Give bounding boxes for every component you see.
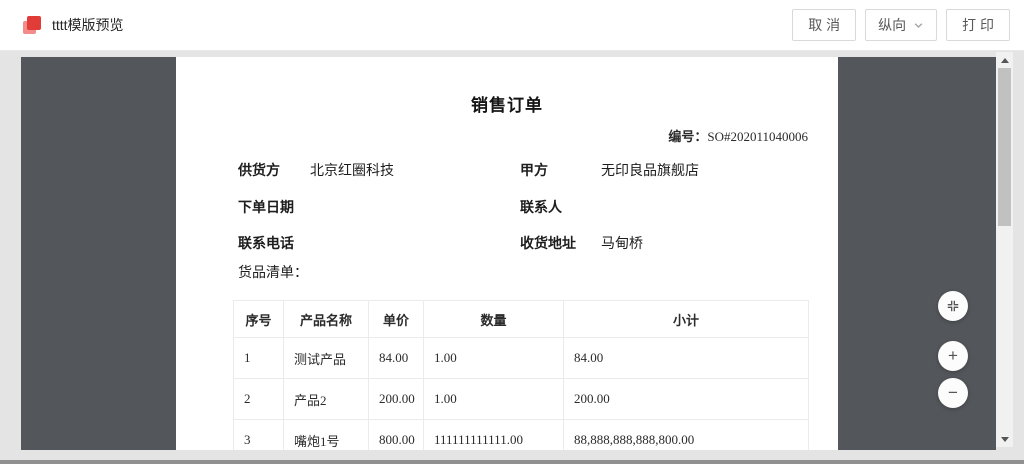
field-value-supplier: 北京红圈科技 [310, 160, 394, 180]
app-logo-icon [23, 16, 41, 34]
orientation-label: 纵向 [878, 15, 906, 35]
table-header-row: 序号 产品名称 单价 数量 小计 [234, 301, 809, 338]
field-label-phone: 联系电话 [238, 233, 294, 253]
document-page: 销售订单 编号：SO#202011040006 供货方 北京红圈科技 甲方 无印… [176, 57, 838, 450]
items-table: 序号 产品名称 单价 数量 小计 1 测试产品 84.00 1.00 84.00… [233, 300, 809, 450]
cell-price: 800.00 [369, 420, 424, 451]
fit-to-screen-button[interactable] [938, 291, 968, 321]
cell-index: 1 [234, 338, 284, 379]
cell-quantity: 111111111111.00 [424, 420, 564, 451]
vertical-scrollbar[interactable] [996, 52, 1013, 447]
col-header-quantity: 数量 [424, 301, 564, 338]
scrollbar-thumb[interactable] [998, 68, 1011, 226]
toolbar-actions: 取 消 纵向 打 印 [792, 9, 1010, 41]
order-number: 编号：SO#202011040006 [668, 126, 808, 145]
cell-subtotal: 200.00 [564, 379, 809, 420]
cell-quantity: 1.00 [424, 338, 564, 379]
cell-subtotal: 88,888,888,888,800.00 [564, 420, 809, 451]
field-row: 下单日期 联系人 [176, 197, 838, 217]
document-title: 销售订单 [176, 91, 838, 116]
plus-icon: + [948, 347, 958, 364]
order-number-value: SO#202011040006 [707, 129, 808, 144]
cell-subtotal: 84.00 [564, 338, 809, 379]
field-label-order-date: 下单日期 [238, 197, 294, 217]
chevron-down-icon [913, 20, 924, 31]
cell-index: 3 [234, 420, 284, 451]
cell-product: 测试产品 [284, 338, 369, 379]
cell-product: 产品2 [284, 379, 369, 420]
window-bottom-edge [0, 460, 1024, 464]
field-row: 联系电话 收货地址 马甸桥 [176, 233, 838, 253]
col-header-product: 产品名称 [284, 301, 369, 338]
col-header-subtotal: 小计 [564, 301, 809, 338]
zoom-out-button[interactable]: − [938, 378, 968, 408]
col-header-index: 序号 [234, 301, 284, 338]
fit-to-screen-icon [946, 299, 960, 313]
field-label-supplier: 供货方 [238, 160, 280, 180]
table-row: 1 测试产品 84.00 1.00 84.00 [234, 338, 809, 379]
orientation-dropdown[interactable]: 纵向 [865, 9, 937, 41]
field-value-party-a: 无印良品旗舰店 [601, 160, 699, 180]
col-header-price: 单价 [369, 301, 424, 338]
order-number-label: 编号： [668, 129, 707, 144]
page-title: tttt模版预览 [52, 15, 124, 35]
triangle-down-icon [1001, 437, 1009, 442]
field-label-party-a: 甲方 [520, 160, 548, 180]
cell-index: 2 [234, 379, 284, 420]
cancel-button[interactable]: 取 消 [792, 9, 856, 41]
triangle-up-icon [1001, 58, 1009, 63]
table-row: 2 产品2 200.00 1.00 200.00 [234, 379, 809, 420]
minus-icon: − [948, 384, 958, 401]
goods-list-label: 货品清单： [238, 262, 308, 282]
zoom-in-button[interactable]: + [938, 341, 968, 371]
table-row: 3 嘴炮1号 800.00 111111111111.00 88,888,888… [234, 420, 809, 451]
scrollbar-up-button[interactable] [996, 52, 1013, 68]
field-label-address: 收货地址 [520, 233, 576, 253]
top-toolbar: tttt模版预览 取 消 纵向 打 印 [0, 0, 1024, 51]
scrollbar-down-button[interactable] [996, 431, 1013, 447]
field-value-address: 马甸桥 [601, 233, 643, 253]
field-row: 供货方 北京红圈科技 甲方 无印良品旗舰店 [176, 160, 838, 180]
cell-product: 嘴炮1号 [284, 420, 369, 451]
print-button[interactable]: 打 印 [946, 9, 1010, 41]
field-label-contact: 联系人 [520, 197, 562, 217]
cell-quantity: 1.00 [424, 379, 564, 420]
cell-price: 84.00 [369, 338, 424, 379]
cell-price: 200.00 [369, 379, 424, 420]
